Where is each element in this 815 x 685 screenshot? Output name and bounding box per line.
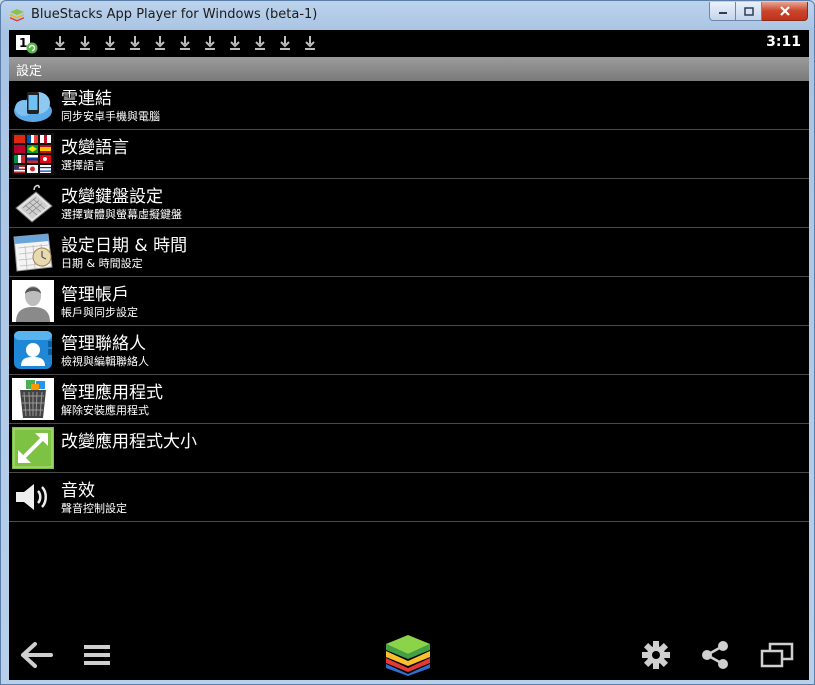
item-title: 管理應用程式 bbox=[61, 383, 163, 403]
item-title: 改變應用程式大小 bbox=[61, 432, 197, 452]
bluestacks-app-icon bbox=[10, 9, 24, 22]
account-icon bbox=[12, 280, 54, 322]
window-controls bbox=[709, 2, 808, 21]
maximize-icon bbox=[743, 6, 754, 16]
download-arrow-icon bbox=[122, 35, 147, 51]
settings-item-change-language[interactable]: 改變語言 選擇語言 bbox=[9, 130, 809, 179]
maximize-button[interactable] bbox=[736, 2, 762, 21]
item-title: 雲連結 bbox=[61, 89, 112, 109]
window-title: BlueStacks App Player for Windows (beta-… bbox=[31, 7, 318, 22]
settings-item-keyboard[interactable]: 改變鍵盤設定 選擇實體與螢幕虛擬鍵盤 bbox=[9, 179, 809, 228]
calendar-icon bbox=[13, 233, 53, 272]
minimize-icon bbox=[718, 12, 727, 14]
item-subtitle: 選擇實體與螢幕虛擬鍵盤 bbox=[61, 208, 182, 221]
cloud-phone-icon bbox=[14, 92, 52, 122]
back-icon[interactable] bbox=[19, 638, 55, 672]
download-arrow-icon bbox=[72, 35, 97, 51]
notification-badge-text: 1 bbox=[19, 36, 27, 50]
minimize-button[interactable] bbox=[709, 2, 736, 21]
flags-icon bbox=[12, 133, 54, 175]
item-subtitle: 帳戶與同步設定 bbox=[61, 306, 138, 319]
download-arrow-icon bbox=[222, 35, 247, 51]
window-resize-icon[interactable] bbox=[759, 638, 795, 672]
download-arrow-icon bbox=[197, 35, 222, 51]
settings-gear-icon[interactable] bbox=[638, 638, 674, 672]
speaker-icon bbox=[16, 484, 47, 510]
contacts-icon bbox=[14, 331, 52, 369]
item-title: 音效 bbox=[61, 481, 95, 501]
item-title: 設定日期 & 時間 bbox=[61, 236, 188, 256]
settings-item-sound[interactable]: 音效 聲音控制設定 bbox=[9, 473, 809, 522]
resize-icon bbox=[12, 427, 54, 469]
clock: 3:11 bbox=[766, 34, 801, 50]
settings-item-contacts[interactable]: 管理聯絡人 檢視與編輯聯絡人 bbox=[9, 326, 809, 375]
download-arrow-icon bbox=[272, 35, 297, 51]
item-subtitle: 聲音控制設定 bbox=[61, 502, 127, 515]
keyboard-icon bbox=[15, 184, 53, 223]
menu-icon[interactable] bbox=[79, 638, 115, 672]
item-title: 管理聯絡人 bbox=[61, 334, 146, 354]
title-bar[interactable]: BlueStacks App Player for Windows (beta-… bbox=[1, 1, 814, 29]
item-subtitle: 同步安卓手機與電腦 bbox=[61, 110, 160, 123]
item-title: 改變鍵盤設定 bbox=[61, 187, 163, 207]
settings-item-accounts[interactable]: 管理帳戶 帳戶與同步設定 bbox=[9, 277, 809, 326]
settings-item-manage-apps[interactable]: 管理應用程式 解除安裝應用程式 bbox=[9, 375, 809, 424]
item-subtitle: 解除安裝應用程式 bbox=[61, 404, 149, 417]
settings-item-cloud-connect[interactable]: 雲連結 同步安卓手機與電腦 bbox=[9, 81, 809, 130]
android-screen: 1 3:11 設定 雲連結 同步安卓手機與電腦 改變語言 選擇語言 改變鍵盤設定… bbox=[9, 30, 809, 680]
download-arrow-icon bbox=[172, 35, 197, 51]
download-arrow-icon bbox=[97, 35, 122, 51]
close-button[interactable] bbox=[762, 2, 808, 21]
trash-icon bbox=[12, 378, 54, 420]
action-bar: 設定 bbox=[9, 57, 809, 81]
item-subtitle: 檢視與編輯聯絡人 bbox=[61, 355, 149, 368]
close-icon bbox=[779, 6, 790, 16]
app-window: BlueStacks App Player for Windows (beta-… bbox=[0, 0, 815, 685]
bottom-nav-bar bbox=[9, 630, 809, 680]
item-title: 管理帳戶 bbox=[61, 285, 129, 305]
update-notification-icon[interactable]: 1 bbox=[15, 34, 39, 54]
download-arrow-icon bbox=[147, 35, 172, 51]
page-title: 設定 bbox=[16, 64, 43, 79]
bluestacks-logo-icon[interactable] bbox=[383, 634, 433, 676]
status-bar: 1 3:11 bbox=[9, 30, 809, 57]
share-icon[interactable] bbox=[697, 638, 733, 672]
download-icons bbox=[47, 35, 322, 51]
settings-item-date-time[interactable]: 設定日期 & 時間 日期 & 時間設定 bbox=[9, 228, 809, 277]
settings-list: 雲連結 同步安卓手機與電腦 改變語言 選擇語言 改變鍵盤設定 選擇實體與螢幕虛擬… bbox=[9, 81, 809, 522]
settings-item-resize-apps[interactable]: 改變應用程式大小 bbox=[9, 424, 809, 473]
download-arrow-icon bbox=[247, 35, 272, 51]
item-subtitle: 日期 & 時間設定 bbox=[61, 257, 143, 270]
item-title: 改變語言 bbox=[61, 138, 129, 158]
download-arrow-icon bbox=[47, 35, 72, 51]
item-subtitle: 選擇語言 bbox=[61, 159, 105, 172]
download-arrow-icon bbox=[297, 35, 322, 51]
